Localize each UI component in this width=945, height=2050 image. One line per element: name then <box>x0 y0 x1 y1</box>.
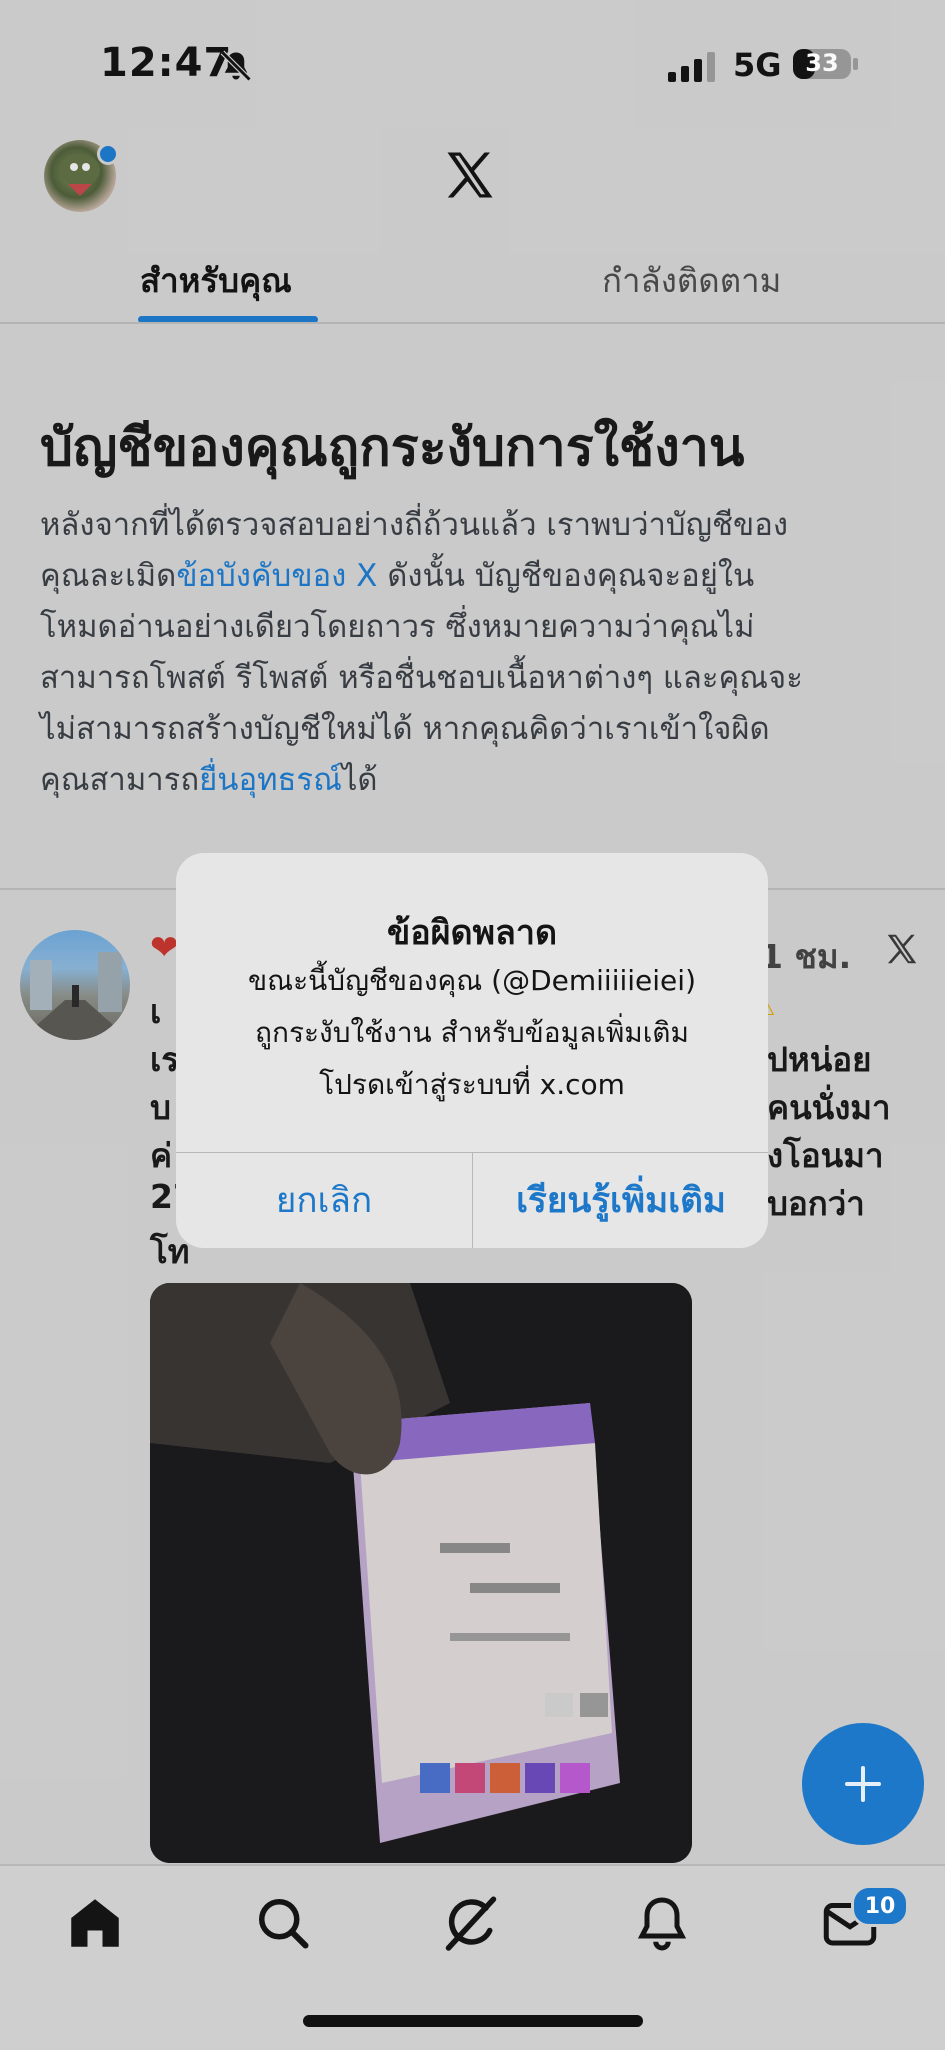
dialog-title: ข้อผิดพลาด <box>386 913 558 953</box>
dialog-message-line: ถูกระงับใช้งาน สำหรับข้อมูลเพิ่มเติม <box>255 1016 689 1049</box>
cancel-button[interactable]: ยกเลิก <box>176 1153 472 1248</box>
learn-more-button[interactable]: เรียนรู้เพิ่มเติม <box>473 1153 768 1248</box>
home-indicator[interactable] <box>303 2015 643 2027</box>
dialog-message-line: โปรดเข้าสู่ระบบที่ x.com <box>319 1068 625 1101</box>
grok-icon[interactable] <box>441 1893 501 1953</box>
messages-badge: 10 <box>851 1885 909 1927</box>
dialog-message-line: ขณะนี้บัญชีของคุณ (@Demiiiiieiei) <box>248 964 696 997</box>
notifications-icon[interactable] <box>632 1893 692 1953</box>
compose-button[interactable] <box>802 1723 924 1845</box>
search-icon[interactable] <box>253 1893 313 1953</box>
dialog-message: ขณะนี้บัญชีของคุณ (@Demiiiiieiei) ถูกระง… <box>206 955 738 1111</box>
plus-icon <box>845 1766 881 1802</box>
error-dialog: ข้อผิดพลาด ขณะนี้บัญชีของคุณ (@Demiiiiie… <box>176 853 768 1248</box>
home-icon[interactable] <box>65 1893 125 1953</box>
